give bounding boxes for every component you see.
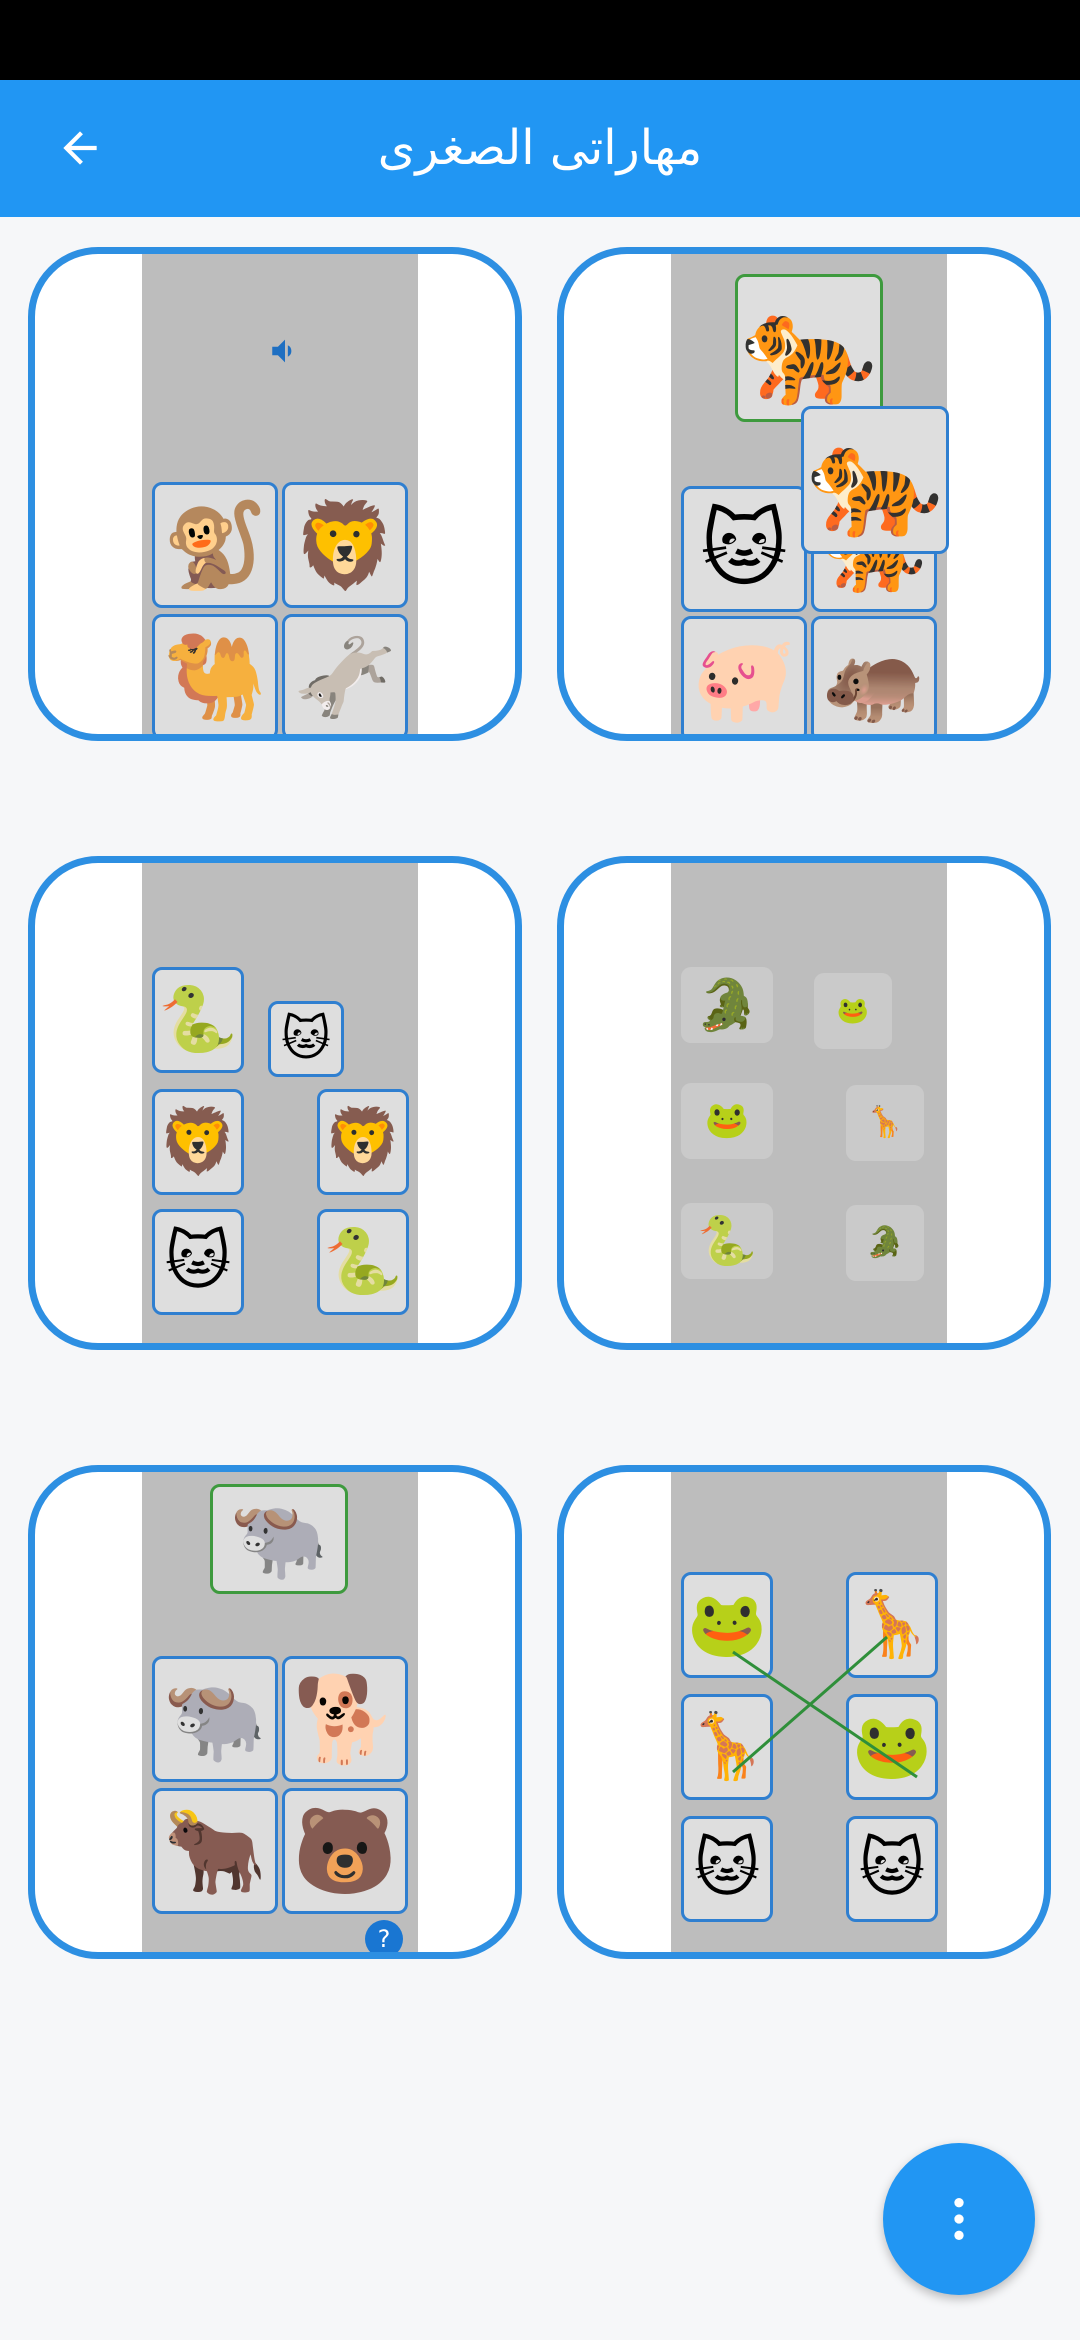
- cat-icon: 🐱: [700, 500, 788, 598]
- arrow-back-icon: [63, 131, 97, 165]
- piece-crocodile: 🐊: [681, 967, 773, 1043]
- game-preview: 🐊 🐸 🐸 🦒 🐍 🐊: [671, 863, 947, 1343]
- option-tile-buffalo: 🐃: [152, 1656, 278, 1782]
- ox-icon: 🐂: [162, 1802, 268, 1900]
- cat-icon: 🐱: [164, 1225, 232, 1299]
- target-tile-buffalo: 🐃: [210, 1484, 348, 1594]
- piece-snake: 🐍: [681, 1203, 773, 1279]
- option-tile-camel: 🐫: [152, 614, 278, 734]
- memory-card-lion: 🦁: [317, 1089, 409, 1195]
- status-bar: [0, 0, 1080, 80]
- speaker-icon: [272, 339, 292, 363]
- tiger-icon: 🐅: [806, 416, 944, 544]
- snake-icon: 🐍: [158, 983, 238, 1057]
- option-tile-cat: 🐱: [681, 486, 807, 612]
- dragging-tile-tiger: 🐅: [801, 406, 949, 554]
- more-vertical-icon: [954, 2198, 964, 2240]
- hippo-icon: 🦛: [821, 630, 927, 728]
- camel-icon: 🐫: [162, 628, 268, 726]
- tiger-icon: 🐅: [740, 284, 878, 412]
- option-tile-hyena: 🐕: [282, 1656, 408, 1782]
- memory-card-snake: 🐍: [152, 967, 244, 1073]
- connection-lines: [732, 1635, 918, 1779]
- game-card-tiger-match[interactable]: 🐅 🐱 🐅 🐖 🦛 🐅: [557, 247, 1051, 741]
- slot-giraffe-part: 🦒: [846, 1085, 924, 1161]
- memory-card-lion: 🦁: [152, 1089, 244, 1195]
- crocodile-icon: 🐊: [695, 976, 759, 1034]
- more-options-button[interactable]: [883, 2143, 1035, 2295]
- option-tile-donkey: 🫏: [282, 614, 408, 734]
- lion-icon: 🦁: [292, 496, 398, 594]
- option-tile-monkey: 🐒: [152, 482, 278, 608]
- option-tile-hippo: 🦛: [811, 616, 937, 734]
- memory-card-cat: 🐱: [152, 1209, 244, 1315]
- lion-icon: 🦁: [158, 1105, 238, 1179]
- lion-icon: 🦁: [323, 1105, 403, 1179]
- bear-icon: 🐻: [292, 1802, 398, 1900]
- option-tile-ox: 🐂: [152, 1788, 278, 1914]
- target-tile-tiger: 🐅: [735, 274, 883, 422]
- buffalo-icon: 🐃: [162, 1670, 268, 1768]
- option-tile-lion: 🦁: [282, 482, 408, 608]
- game-preview: 🐍 🐱 🦁 🦁 🐱 🐍: [142, 863, 418, 1343]
- game-preview: 🐸 🦒 🦒 🐸 🐱 🐱: [671, 1472, 947, 1952]
- game-card-memory-pairs[interactable]: 🐍 🐱 🦁 🦁 🐱 🐍: [28, 856, 522, 1350]
- monkey-icon: 🐒: [162, 496, 268, 594]
- help-badge: ?: [365, 1920, 403, 1952]
- snake-icon: 🐍: [323, 1225, 403, 1299]
- app-bar: مهاراتى الصغرى: [0, 80, 1080, 217]
- donkey-icon: 🫏: [292, 628, 398, 726]
- crocodile-piece-icon: 🐊: [866, 1225, 904, 1260]
- piece-frog: 🐸: [681, 1083, 773, 1159]
- pig-icon: 🐖: [691, 630, 797, 728]
- frog-piece-icon: 🐸: [836, 996, 870, 1026]
- game-card-shadow-puzzle[interactable]: 🐊 🐸 🐸 🦒 🐍 🐊: [557, 856, 1051, 1350]
- game-preview: 🐅 🐱 🐅 🐖 🦛 🐅: [671, 254, 949, 734]
- game-preview: 🐃 🐃 🐕 🐂 🐻 ?: [142, 1472, 418, 1952]
- connection-line: [732, 1635, 888, 1774]
- page-title: مهاراتى الصغرى: [377, 120, 703, 176]
- game-card-connect-lines[interactable]: 🐸 🦒 🦒 🐸 🐱 🐱: [557, 1465, 1051, 1959]
- slot-crocodile-part: 🐊: [846, 1205, 924, 1281]
- back-button[interactable]: [40, 108, 120, 188]
- hyena-icon: 🐕: [292, 1670, 398, 1768]
- buffalo-icon: 🐃: [229, 1492, 329, 1585]
- option-tile-bear: 🐻: [282, 1788, 408, 1914]
- giraffe-piece-icon: 🦒: [866, 1105, 904, 1140]
- option-tile-pig: 🐖: [681, 616, 807, 734]
- snake-icon: 🐍: [697, 1213, 757, 1269]
- cat-icon: 🐱: [280, 1011, 332, 1067]
- slot-frog-part: 🐸: [814, 973, 892, 1049]
- memory-card-cat: 🐱: [268, 1001, 344, 1077]
- game-card-listen-choose[interactable]: 🐒 🦁 🐫 🫏: [28, 247, 522, 741]
- game-card-buffalo-choose[interactable]: 🐃 🐃 🐕 🐂 🐻 ?: [28, 1465, 522, 1959]
- game-preview: 🐒 🦁 🐫 🫏: [142, 254, 418, 734]
- frog-icon: 🐸: [704, 1100, 750, 1141]
- connection-line: [732, 1650, 918, 1779]
- memory-card-snake: 🐍: [317, 1209, 409, 1315]
